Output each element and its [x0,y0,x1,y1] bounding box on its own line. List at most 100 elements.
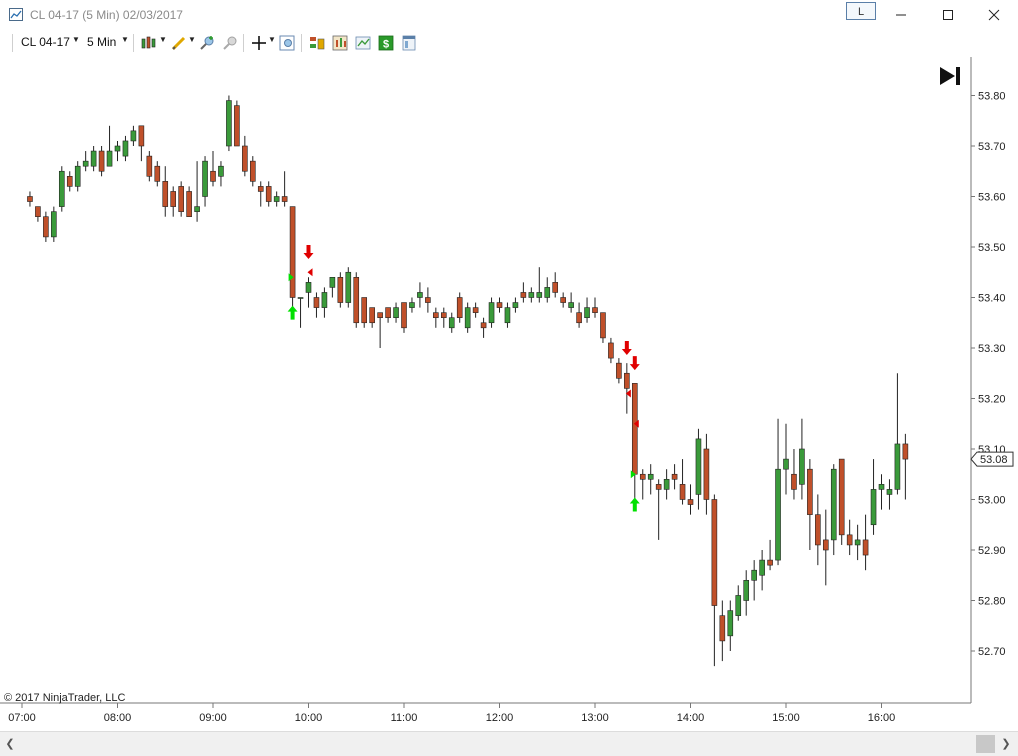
chart-style-caret-icon[interactable]: ▼ [159,35,167,44]
candle-body [456,297,463,319]
candle-body [242,145,248,172]
candle-body [425,297,431,303]
price-tick-label: 53.30 [978,343,1006,355]
price-tick-label: 52.80 [978,596,1006,608]
price-tick-label: 53.00 [978,495,1006,507]
interval-caret-icon: ▼ [121,35,129,44]
properties-icon[interactable] [400,34,418,52]
toolbar-separator [301,34,302,52]
candle-body [281,196,288,202]
time-tick-label: 12:00 [486,712,514,724]
candle-body [544,287,551,298]
zoom-out-icon[interactable] [221,34,239,52]
time-tick-label: 11:00 [391,712,418,724]
candle [226,95,232,152]
candle-body [759,559,765,576]
svg-text:$: $ [383,39,389,51]
candle-body [146,155,153,177]
time-tick-label: 10:00 [295,712,323,724]
data-box-icon[interactable] [278,34,296,52]
candle-body [162,181,169,207]
order-entry-dollar-icon[interactable]: $ [377,34,395,52]
last-price-marker: 53.08 [970,451,1014,467]
candle-body [862,539,869,556]
time-tick-label: 09:00 [199,712,227,724]
candle [234,100,240,147]
chart-style-icon[interactable] [140,34,158,52]
candle-body [624,372,630,389]
candle-body [273,196,280,202]
horizontal-scrollbar[interactable]: ❮ ❯ [0,731,1018,756]
close-icon[interactable] [971,0,1017,30]
candle [51,206,57,242]
scrollbar-thumb[interactable] [976,735,995,753]
candle-body [520,292,527,298]
candle-body [647,473,654,480]
candle-body [608,342,614,359]
candle-body [305,282,312,293]
candle-body [480,322,487,329]
candle-body [417,292,423,298]
candle-body [600,312,606,339]
candle-body [122,140,129,157]
candle-body [226,100,232,147]
price-tick-label: 53.60 [978,192,1006,204]
link-button[interactable]: L [846,2,876,20]
price-tick-label: 53.80 [978,91,1006,103]
candle [353,272,360,328]
candle-body [433,312,439,318]
candle-body [838,458,845,536]
candle-body [178,186,184,212]
candle-body [886,489,893,495]
candle-body [448,317,455,329]
candle-body [775,468,781,561]
candle-body [679,484,686,500]
window-title: CL 04-17 (5 Min) 02/03/2017 [30,8,183,22]
candle-body [592,307,598,313]
candle-body [735,595,742,616]
candle-body [66,176,73,187]
candle-body [552,282,559,293]
candle-body [719,615,726,642]
price-tick-label: 53.40 [978,293,1006,305]
candle-body [472,307,479,313]
candle-body [361,297,368,324]
time-tick-label: 13:00 [581,712,609,724]
price-chart[interactable]: 53.8053.7053.6053.5053.4053.3053.2053.10… [0,57,1018,731]
candle-body [687,499,694,505]
candle-body [297,297,304,299]
crosshair-caret-icon[interactable]: ▼ [268,35,276,44]
candle-body [894,443,901,490]
candle-body [488,302,495,324]
indicators-icon[interactable] [331,34,349,52]
candle-body [114,145,121,152]
candle-body [440,312,447,318]
title-bar[interactable]: CL 04-17 (5 Min) 02/03/2017 L [0,0,1018,30]
chart-trader-icon[interactable] [354,34,372,52]
candle [838,458,845,545]
crosshair-icon[interactable] [250,34,268,52]
candle [337,272,344,308]
candle-body [90,150,97,167]
drawing-tool-pencil-icon[interactable] [170,34,188,52]
maximize-icon[interactable] [925,0,971,30]
candle-body [170,191,177,207]
chart-background [0,57,1018,731]
drawing-tool-caret-icon[interactable]: ▼ [188,35,196,44]
scroll-left-arrow-icon[interactable]: ❮ [2,735,18,753]
candle-body [616,362,622,379]
minimize-icon[interactable] [878,0,924,30]
candle-body [807,468,813,515]
strategies-icon[interactable] [308,34,326,52]
candle-body [130,130,137,142]
candle-body [870,489,877,526]
candle-body [695,438,702,495]
chart-window: CL 04-17 (5 Min) 02/03/2017 L CL 04-17 ▼… [0,0,1018,756]
zoom-in-icon[interactable] [198,34,216,52]
interval-label: 5 Min [87,35,117,49]
time-tick-label: 15:00 [772,712,800,724]
candle-body [703,448,710,500]
scroll-right-arrow-icon[interactable]: ❯ [998,735,1014,753]
candle-body [576,312,582,324]
candle-body [791,473,797,490]
